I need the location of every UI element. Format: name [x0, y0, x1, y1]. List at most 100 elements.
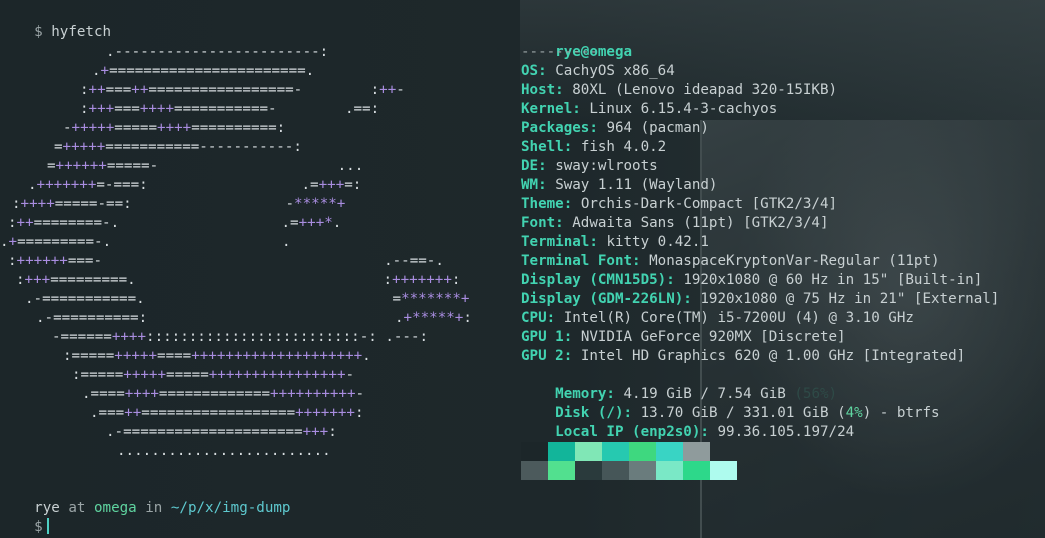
info-value: 99.36.105.197/24	[717, 424, 855, 440]
info-row: WM: Sway 1.11 (Wayland)	[521, 177, 718, 193]
info-key: Terminal	[521, 234, 590, 250]
info-row: Terminal: kitty 0.42.1	[521, 234, 709, 250]
info-key: Terminal Font	[521, 253, 633, 269]
info-key: Font	[521, 215, 556, 231]
info-row: DE: sway:wlroots	[521, 158, 658, 174]
info-key: GPU 2	[521, 348, 564, 364]
palette-swatch	[575, 442, 602, 461]
ascii-logo-line: :=====+++++=====++++++++++++++++-	[72, 367, 355, 383]
ascii-logo-line: :+++=========. :+++++++:	[16, 272, 461, 288]
info-row: Kernel: Linux 6.15.4-3-cachyos	[521, 101, 778, 117]
info-row: Font: Adwaita Sans (11pt) [GTK2/3/4]	[521, 215, 829, 231]
info-value: CachyOS x86_64	[555, 63, 675, 79]
info-value: Adwaita Sans (11pt) [GTK2/3/4]	[572, 215, 829, 231]
text-cursor	[46, 518, 49, 534]
info-value: sway:wlroots	[555, 158, 658, 174]
info-value: kitty 0.42.1	[606, 234, 709, 250]
ascii-logo-line: =+++++===========-----------:	[54, 139, 302, 155]
palette-row-1	[521, 442, 710, 461]
info-value: Orchis-Dark-Compact [GTK2/3/4]	[580, 196, 838, 212]
palette-swatch	[548, 461, 575, 480]
prompt-path: ~/p/x/img-dump	[170, 500, 291, 516]
palette-swatch	[521, 442, 548, 461]
palette-swatch	[710, 461, 737, 480]
disk-value-post: ) - btrfs	[862, 405, 940, 421]
info-value: fish 4.0.2	[580, 139, 667, 155]
prompt-at: at	[68, 500, 86, 516]
info-row: Packages: 964 (pacman)	[521, 120, 709, 136]
palette-swatch	[656, 461, 683, 480]
info-key: Display (CMN15D5)	[521, 272, 667, 288]
info-key: OS	[521, 63, 539, 79]
info-row: GPU 2: Intel HD Graphics 620 @ 1.00 GHz …	[521, 348, 966, 364]
palette-swatch	[656, 442, 683, 461]
info-key: Packages	[521, 120, 590, 136]
info-row: OS: CachyOS x86_64	[521, 63, 675, 79]
info-row: CPU: Intel(R) Core(TM) i5-7200U (4) @ 3.…	[521, 310, 914, 326]
ascii-logo-line: :++===++=================- :++-	[80, 82, 405, 98]
palette-swatch	[575, 461, 602, 480]
prompt-host: omega	[93, 500, 137, 516]
palette-swatch	[521, 461, 548, 480]
input-line[interactable]: $	[0, 499, 49, 538]
palette-swatch	[548, 442, 575, 461]
palette-swatch	[602, 461, 629, 480]
command-text: hyfetch	[51, 24, 112, 40]
ascii-logo-line: -+++++=====++++==========:	[63, 120, 286, 136]
palette-row-2	[521, 461, 737, 480]
ascii-logo-line: :++========-. .=+++*.	[8, 215, 342, 231]
palette-swatch	[683, 442, 710, 461]
info-value: Intel HD Graphics 620 @ 1.00 GHz [Integr…	[580, 348, 966, 364]
info-value: 1920x1080 @ 60 Hz in 15" [Built-in]	[683, 272, 983, 288]
ascii-logo-line: .-==========: .+*****+:	[36, 310, 472, 326]
info-row: Terminal Font: MonaspaceKryptonVar-Regul…	[521, 253, 940, 269]
info-key: Kernel	[521, 101, 573, 117]
info-key: DE	[521, 158, 539, 174]
info-value: 80XL (Lenovo ideapad 320-15IKB)	[572, 82, 838, 98]
ascii-logo-line: :++++++===- .--==-.	[8, 253, 444, 269]
ascii-logo-line: .+=========-. .	[0, 234, 291, 250]
info-row: Theme: Orchis-Dark-Compact [GTK2/3/4]	[521, 196, 838, 212]
info-value: NVIDIA GeForce 920MX [Discrete]	[580, 329, 846, 345]
info-key: GPU 1	[521, 329, 564, 345]
info-value: Linux 6.15.4-3-cachyos	[589, 101, 778, 117]
ascii-logo-line: :=====+++++====++++++++++++++++++++.	[63, 348, 371, 364]
terminal-window[interactable]: $ hyfetch .------------------------: .+==…	[0, 0, 1045, 538]
ascii-logo-line: .-===========. =*******+	[25, 291, 470, 307]
info-value: Intel(R) Core(TM) i5-7200U (4) @ 3.10 GH…	[563, 310, 914, 326]
ascii-logo-line: .===++==================+++++++:	[90, 405, 364, 421]
ascii-logo-line: =++++++=====- ...	[47, 158, 364, 174]
command-line: $ hyfetch	[0, 4, 111, 61]
info-key: CPU	[521, 310, 547, 326]
info-row: Display (CMN15D5): 1920x1080 @ 60 Hz in …	[521, 272, 983, 288]
palette-swatch	[629, 461, 656, 480]
info-row: Shell: fish 4.0.2	[521, 139, 667, 155]
info-key: Host	[521, 82, 556, 98]
info-separator: ---------	[521, 44, 598, 60]
info-row: Host: 80XL (Lenovo ideapad 320-15IKB)	[521, 82, 838, 98]
ascii-logo-line: :+++===++++===========- .==:	[80, 101, 380, 117]
ascii-logo-line: .-=====================+++:	[106, 424, 337, 440]
input-prompt-symbol: $	[34, 519, 43, 535]
palette-swatch	[602, 442, 629, 461]
palette-swatch	[683, 461, 710, 480]
info-key: Theme	[521, 196, 564, 212]
info-key: WM	[521, 177, 539, 193]
info-value: Sway 1.11 (Wayland)	[555, 177, 718, 193]
ascii-logo-line: .+=======================.	[92, 63, 315, 79]
info-key: Display (GDM-226LN)	[521, 291, 684, 307]
info-value: 964 (pacman)	[606, 120, 709, 136]
palette-swatch	[629, 442, 656, 461]
info-row: Display (GDM-226LN): 1920x1080 @ 75 Hz i…	[521, 291, 1000, 307]
prompt-in: in	[145, 500, 163, 516]
ascii-logo-line: .====++++=============++++++++++-	[82, 386, 365, 402]
info-value: MonaspaceKryptonVar-Regular (11pt)	[649, 253, 940, 269]
ascii-logo-line: .------------------------:	[106, 44, 329, 60]
ascii-logo-line: .........................	[117, 443, 331, 459]
info-row: GPU 1: NVIDIA GeForce 920MX [Discrete]	[521, 329, 846, 345]
ascii-logo-line: .+++++++=-===: .=+++=:	[28, 177, 362, 193]
prompt-symbol: $	[34, 24, 43, 40]
info-value: 1920x1080 @ 75 Hz in 21" [External]	[700, 291, 1000, 307]
info-key: Shell	[521, 139, 564, 155]
ascii-logo-line: -======++++:::::::::::::::::::::::::-: .…	[52, 329, 429, 345]
